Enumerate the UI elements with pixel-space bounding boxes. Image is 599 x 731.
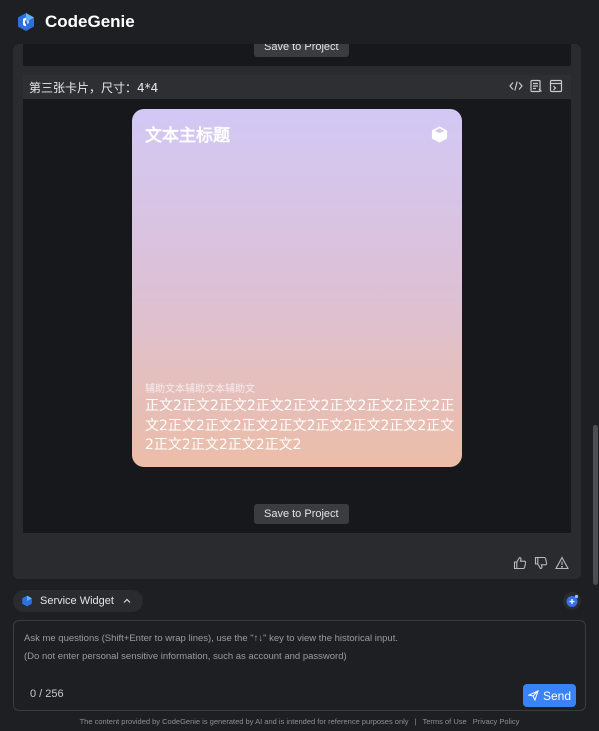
assistant-message: Save to Project 第三张卡片，尺寸：4*4 文本主标题 辅助文本辅…: [13, 44, 581, 579]
card-header: 第三张卡片，尺寸：4*4: [23, 75, 571, 99]
code-icon[interactable]: [509, 79, 523, 93]
save-to-project-button[interactable]: Save to Project: [254, 44, 349, 57]
codegenie-logo-icon: [18, 13, 34, 31]
warning-icon[interactable]: [555, 556, 569, 570]
chat-scroll-area[interactable]: Save to Project 第三张卡片，尺寸：4*4 文本主标题 辅助文本辅…: [0, 44, 599, 584]
input-placeholder: Ask me questions (Shift+Enter to wrap li…: [24, 633, 398, 662]
terms-link[interactable]: Terms of Use: [423, 717, 467, 726]
footer-disclaimer: The content provided by CodeGenie is gen…: [79, 717, 409, 726]
codegenie-small-icon: [22, 595, 32, 607]
document-icon[interactable]: [529, 79, 543, 93]
send-button[interactable]: Send: [523, 684, 576, 707]
app-header: CodeGenie: [0, 0, 599, 44]
card-preview-area: 文本主标题 辅助文本辅助文本辅助文 正文2正文2正文2正文2正文2正文2正文2正…: [23, 99, 571, 533]
send-icon: [527, 690, 539, 701]
service-widget-toggle[interactable]: Service Widget: [13, 590, 143, 612]
thumbs-up-icon[interactable]: [513, 556, 527, 570]
send-label: Send: [542, 688, 572, 703]
chat-input[interactable]: Ask me questions (Shift+Enter to wrap li…: [13, 620, 586, 711]
new-chat-icon[interactable]: [562, 591, 582, 611]
chevron-up-icon: [123, 598, 131, 603]
cube-icon: [431, 126, 448, 143]
card-actions: [509, 79, 563, 93]
character-counter: 0 / 256: [30, 688, 64, 700]
save-to-project-button[interactable]: Save to Project: [254, 504, 349, 524]
footer: The content provided by CodeGenie is gen…: [0, 717, 599, 726]
app-title: CodeGenie: [45, 12, 135, 31]
thumbs-down-icon[interactable]: [534, 556, 548, 570]
feedback-actions: [513, 556, 569, 570]
preview-card: 文本主标题 辅助文本辅助文本辅助文 正文2正文2正文2正文2正文2正文2正文2正…: [132, 109, 462, 467]
preview-aux-text: 辅助文本辅助文本辅助文: [145, 384, 255, 395]
scrollbar-thumb[interactable]: [593, 425, 598, 585]
preview-body-text: 正文2正文2正文2正文2正文2正文2正文2正文2正文2正文2正文2正文2正文2正…: [145, 398, 455, 453]
footer-separator: |: [414, 717, 417, 726]
preview-main-title: 文本主标题: [145, 126, 230, 146]
card-title: 第三张卡片，尺寸：4*4: [29, 80, 159, 95]
preview-icon[interactable]: [549, 79, 563, 93]
previous-card-body: Save to Project: [23, 44, 571, 66]
service-widget-label: Service Widget: [40, 595, 114, 607]
privacy-link[interactable]: Privacy Policy: [473, 717, 520, 726]
